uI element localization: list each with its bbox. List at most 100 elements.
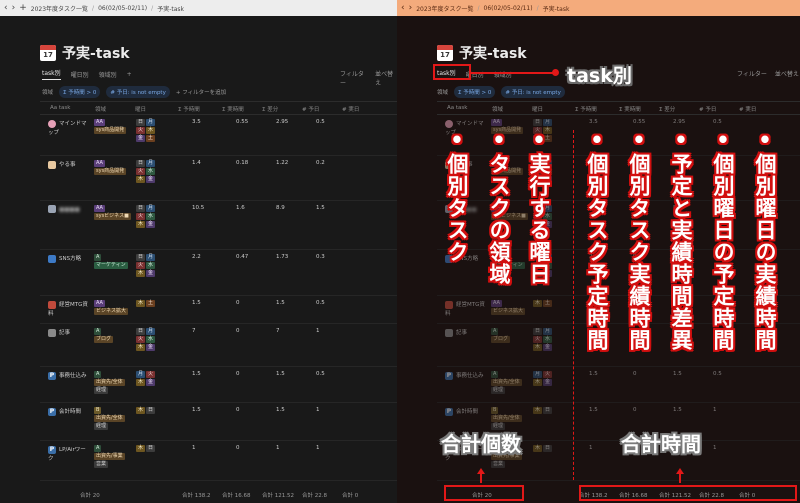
actual-hours-cell[interactable]: 0.55	[236, 119, 248, 125]
col-header-task[interactable]: Aa task	[447, 105, 467, 111]
table-row[interactable]: マインドマップ AA sys商品開発日月火木金土 3.5 0.55 2.95 0.5	[40, 115, 397, 156]
plan-hours-filter-chip[interactable]: Σ 予時間 > 0	[454, 86, 496, 98]
weekday-cell[interactable]: 日月火水木金	[136, 328, 155, 351]
area-cell[interactable]: A ブログ	[491, 328, 531, 344]
actual-hours-cell[interactable]: 0.55	[633, 119, 645, 125]
task-name-cell[interactable]: P LP/Airワーク	[48, 445, 90, 462]
plan-day-cell[interactable]: 0.5	[316, 371, 325, 377]
plan-hours-cell[interactable]: 2.2	[192, 254, 201, 260]
breadcrumb-page[interactable]: 予実-task	[543, 4, 570, 13]
plan-hours-cell[interactable]: 1	[192, 445, 196, 451]
actual-hours-cell[interactable]: 0	[236, 371, 240, 377]
area-cell[interactable]: AA sys商品開発	[94, 160, 134, 176]
area-cell[interactable]: A 出資先/事業 営業	[94, 445, 134, 469]
filter-button[interactable]: フィルター	[340, 69, 367, 87]
table-row[interactable]: やる事 AA sys商品開発日月火水木金 1.4 0.18 1.22 0.2	[40, 156, 397, 201]
weekday-cell[interactable]: 木土	[533, 300, 552, 307]
diff-hours-cell[interactable]: 1.5	[276, 407, 285, 413]
area-cell[interactable]: B 出資先/全体 経理	[94, 407, 134, 431]
table-row[interactable]: SNS方略 A マーケティン日月火水木金 2.2 0.47 1.73 0.3	[40, 250, 397, 296]
plan-hours-cell[interactable]: 1.5	[589, 407, 598, 413]
area-cell[interactable]: A マーケティン	[94, 254, 134, 270]
sort-button[interactable]: 並べ替え	[775, 69, 799, 78]
table-row[interactable]: 記事 A ブログ日月火水木金 7 0 7 1	[437, 324, 800, 367]
table-row[interactable]: ■■■■ AA sysビジネス■ 日月火水木金 10.5 1.6 8.9 1.5	[40, 201, 397, 250]
actual-hours-cell[interactable]: 0	[236, 300, 240, 306]
back-arrow-icon[interactable]: ‹	[4, 3, 8, 13]
actual-hours-cell[interactable]: 0	[633, 371, 637, 377]
weekday-cell[interactable]: 日月火水木金	[136, 160, 155, 183]
plan-day-cell[interactable]: 0.5	[713, 119, 722, 125]
task-name-cell[interactable]: マインドマップ	[48, 119, 90, 136]
diff-hours-cell[interactable]: 1	[276, 445, 280, 451]
weekday-cell[interactable]: 日月火木金土	[136, 119, 155, 142]
plan-day-cell[interactable]: 0.5	[316, 119, 325, 125]
breadcrumb-period[interactable]: 06(02/05-02/11)	[484, 5, 533, 12]
col-header-diff[interactable]: Σ 差分	[659, 105, 675, 113]
col-header-actual[interactable]: Σ 実時間	[619, 105, 641, 113]
task-name-cell[interactable]: 記事	[445, 328, 487, 337]
actual-hours-cell[interactable]: 0.18	[236, 160, 248, 166]
plan-day-cell[interactable]: 1	[316, 407, 320, 413]
plus-icon[interactable]: +	[19, 3, 27, 13]
breadcrumb-period[interactable]: 06(02/05-02/11)	[98, 5, 147, 12]
forward-arrow-icon[interactable]: ›	[409, 3, 413, 13]
area-cell[interactable]: AA ビジネス拡大	[491, 300, 531, 316]
task-name-cell[interactable]: 記事	[48, 328, 90, 337]
tab-area[interactable]: 領域別	[99, 70, 117, 79]
table-row[interactable]: 経営MTG資料 AA ビジネス拡大木土 1.5 0 1.5 0.5	[437, 296, 800, 324]
plan-day-filter-chip[interactable]: # 予日: is not empty	[501, 86, 565, 98]
plan-hours-cell[interactable]: 3.5	[589, 119, 598, 125]
task-name-cell[interactable]: P 会計時間	[445, 407, 487, 416]
weekday-cell[interactable]: 木日	[533, 407, 552, 414]
table-row[interactable]: P 事務仕込み A 出資先/全体 経理月火木金 1.5 0 1.5 0.5	[40, 367, 397, 403]
actual-hours-cell[interactable]: 0	[236, 407, 240, 413]
task-name-cell[interactable]: 経営MTG資料	[445, 300, 487, 317]
col-header-area[interactable]: 領域	[95, 105, 106, 113]
col-header-task[interactable]: Aa task	[50, 105, 70, 111]
col-header-plan[interactable]: Σ 予時間	[575, 105, 597, 113]
breadcrumb-workspace[interactable]: 2023年度タスク一覧	[416, 4, 473, 13]
plan-hours-cell[interactable]: 1.5	[192, 407, 201, 413]
col-header-actual-day[interactable]: # 実日	[342, 105, 359, 113]
add-view-button[interactable]: +	[127, 71, 132, 78]
task-name-cell[interactable]: P 会計時間	[48, 407, 90, 416]
diff-hours-cell[interactable]: 1.22	[276, 160, 288, 166]
col-header-diff[interactable]: Σ 差分	[262, 105, 278, 113]
tab-task[interactable]: task別	[42, 68, 61, 80]
weekday-cell[interactable]: 日月火水木金	[533, 328, 552, 351]
col-header-actual[interactable]: Σ 実時間	[222, 105, 244, 113]
area-cell[interactable]: A 出資先/全体 経理	[94, 371, 134, 395]
plan-day-cell[interactable]: 0.5	[713, 371, 722, 377]
table-row[interactable]: P LP/Airワーク A 出資先/事業 営業木日 1 0 1 1	[40, 441, 397, 481]
sort-button[interactable]: 並べ替え	[375, 69, 397, 87]
col-header-plan-day[interactable]: # 予日	[302, 105, 319, 113]
weekday-cell[interactable]: 木日	[136, 445, 155, 452]
table-row[interactable]: P 事務仕込み A 出資先/全体 経理月火木金 1.5 0 1.5 0.5	[437, 367, 800, 403]
area-cell[interactable]: A 出資先/全体 経理	[491, 371, 531, 395]
diff-hours-cell[interactable]: 2.95	[276, 119, 288, 125]
plan-hours-cell[interactable]: 1.5	[192, 300, 201, 306]
weekday-cell[interactable]: 月火木金	[136, 371, 155, 386]
plan-hours-cell[interactable]: 1.5	[192, 371, 201, 377]
diff-hours-cell[interactable]: 2.95	[673, 119, 685, 125]
weekday-cell[interactable]: 木土	[136, 300, 155, 307]
area-filter-chip[interactable]: 領域	[42, 88, 53, 96]
plan-day-cell[interactable]: 0.5	[316, 300, 325, 306]
task-name-cell[interactable]: SNS方略	[48, 254, 90, 263]
col-header-plan[interactable]: Σ 予時間	[178, 105, 200, 113]
tab-weekday[interactable]: 曜日別	[71, 70, 89, 79]
col-header-area[interactable]: 領域	[492, 105, 503, 113]
area-filter-chip[interactable]: 領域	[437, 88, 448, 96]
table-row[interactable]: 記事 A ブログ日月火水木金 7 0 7 1	[40, 324, 397, 367]
plan-hours-cell[interactable]: 7	[192, 328, 196, 334]
breadcrumb-page[interactable]: 予実-task	[157, 4, 184, 13]
breadcrumb-workspace[interactable]: 2023年度タスク一覧	[31, 4, 88, 13]
col-header-plan-day[interactable]: # 予日	[699, 105, 716, 113]
plan-hours-cell[interactable]: 1.4	[192, 160, 201, 166]
task-name-cell[interactable]: やる事	[48, 160, 90, 169]
plan-hours-cell[interactable]: 1	[589, 445, 593, 451]
plan-hours-cell[interactable]: 10.5	[192, 205, 204, 211]
forward-arrow-icon[interactable]: ›	[12, 3, 16, 13]
diff-hours-cell[interactable]: 1.5	[276, 371, 285, 377]
